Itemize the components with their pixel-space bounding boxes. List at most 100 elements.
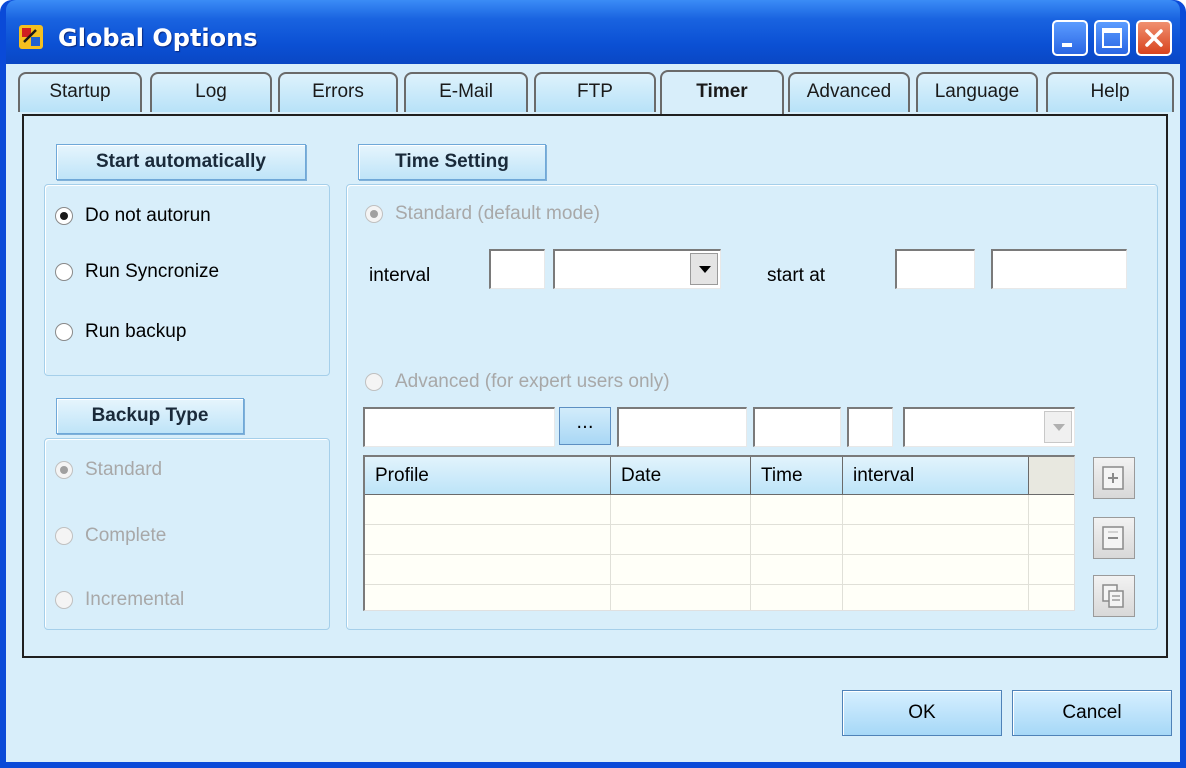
- tab-advanced[interactable]: Advanced: [788, 72, 910, 112]
- radio-standard-default-mode[interactable]: Standard (default mode): [365, 203, 600, 225]
- remove-entry-button[interactable]: [1093, 517, 1135, 559]
- grid-cell[interactable]: [751, 495, 843, 525]
- add-entry-button[interactable]: [1093, 457, 1135, 499]
- grid-cell[interactable]: [843, 585, 1029, 610]
- time-setting-group: Standard (default mode) interval start a…: [346, 184, 1158, 630]
- grid-cell[interactable]: [843, 525, 1029, 555]
- ok-button[interactable]: OK: [842, 690, 1002, 736]
- dropdown-button[interactable]: [690, 253, 718, 285]
- grid-header-filler: [1029, 457, 1074, 495]
- grid-header-date[interactable]: Date: [611, 457, 751, 495]
- grid-cell[interactable]: [751, 555, 843, 585]
- title-bar[interactable]: Global Options: [6, 0, 1180, 64]
- tab-startup[interactable]: Startup: [18, 72, 142, 112]
- copy-entry-button[interactable]: [1093, 575, 1135, 617]
- radio-selected-icon: [365, 205, 383, 223]
- remove-entry-icon: [1102, 526, 1124, 550]
- tab-errors[interactable]: Errors: [278, 72, 398, 112]
- profile-field[interactable]: [363, 407, 555, 447]
- timer-schedule-grid[interactable]: Profile Date Time interval: [363, 455, 1075, 611]
- radio-label: Standard (default mode): [395, 203, 600, 224]
- radio-advanced-expert[interactable]: Advanced (for expert users only): [365, 371, 670, 393]
- radio-label: Do not autorun: [85, 205, 211, 226]
- radio-label: Advanced (for expert users only): [395, 371, 670, 392]
- advanced-interval-field[interactable]: [847, 407, 893, 447]
- chevron-down-icon: [699, 266, 711, 273]
- backup-type-group: Standard Complete Incremental: [44, 438, 330, 630]
- tab-language[interactable]: Language: [916, 72, 1038, 112]
- dialog-client-area: Startup Log Errors E-Mail FTP Timer Adva…: [6, 64, 1180, 762]
- grid-cell[interactable]: [611, 495, 751, 525]
- radio-standard[interactable]: Standard: [55, 459, 162, 481]
- grid-header-profile[interactable]: Profile: [365, 457, 611, 495]
- grid-header-time[interactable]: Time: [751, 457, 843, 495]
- grid-cell[interactable]: [365, 555, 611, 585]
- tab-log[interactable]: Log: [150, 72, 272, 112]
- radio-do-not-autorun[interactable]: Do not autorun: [55, 205, 211, 227]
- close-icon: [1145, 29, 1163, 47]
- radio-incremental[interactable]: Incremental: [55, 589, 184, 611]
- table-row[interactable]: [365, 585, 1074, 610]
- timer-panel: Start automatically Do not autorun Run S…: [22, 114, 1168, 658]
- minimize-icon: [1062, 43, 1072, 47]
- window-title: Global Options: [58, 24, 258, 52]
- grid-cell[interactable]: [843, 555, 1029, 585]
- interval-value-field[interactable]: [489, 249, 545, 289]
- tab-email[interactable]: E-Mail: [404, 72, 528, 112]
- radio-run-backup[interactable]: Run backup: [55, 321, 186, 343]
- grid-cell[interactable]: [365, 585, 611, 610]
- radio-complete[interactable]: Complete: [55, 525, 166, 547]
- grid-header-interval[interactable]: interval: [843, 457, 1029, 495]
- close-button[interactable]: [1136, 20, 1172, 56]
- start-automatically-group: Do not autorun Run Syncronize Run backup: [44, 184, 330, 376]
- maximize-icon: [1102, 28, 1122, 48]
- grid-cell[interactable]: [611, 585, 751, 610]
- grid-cell[interactable]: [751, 525, 843, 555]
- start-at-label: start at: [767, 265, 826, 286]
- dropdown-button[interactable]: [1044, 411, 1072, 443]
- advanced-time-field[interactable]: [753, 407, 841, 447]
- radio-unselected-icon: [55, 323, 73, 341]
- copy-entry-icon: [1102, 584, 1124, 608]
- grid-cell-filler: [1029, 495, 1074, 525]
- table-row[interactable]: [365, 495, 1074, 525]
- grid-header-row: Profile Date Time interval: [365, 457, 1074, 495]
- radio-unselected-icon: [55, 591, 73, 609]
- advanced-date-field[interactable]: [617, 407, 747, 447]
- interval-label: interval: [369, 265, 431, 286]
- interval-unit-combo[interactable]: [553, 249, 721, 289]
- time-setting-heading: Time Setting: [358, 144, 546, 180]
- maximize-button[interactable]: [1094, 20, 1130, 56]
- grid-cell-filler: [1029, 555, 1074, 585]
- table-row[interactable]: [365, 525, 1074, 555]
- global-options-window: Global Options Startup Log Errors E-Mail…: [0, 0, 1186, 768]
- advanced-interval-unit-combo[interactable]: [903, 407, 1075, 447]
- minimize-button[interactable]: [1052, 20, 1088, 56]
- tab-strip: Startup Log Errors E-Mail FTP Timer Adva…: [6, 64, 1180, 118]
- start-automatically-heading: Start automatically: [56, 144, 306, 180]
- radio-label: Run backup: [85, 321, 187, 342]
- table-row[interactable]: [365, 555, 1074, 585]
- app-icon: [19, 25, 43, 49]
- grid-cell[interactable]: [365, 495, 611, 525]
- cancel-button[interactable]: Cancel: [1012, 690, 1172, 736]
- start-date-field[interactable]: [895, 249, 975, 289]
- grid-cell[interactable]: [365, 525, 611, 555]
- radio-label: Incremental: [85, 589, 185, 610]
- radio-unselected-icon: [55, 527, 73, 545]
- radio-unselected-icon: [365, 373, 383, 391]
- tab-help[interactable]: Help: [1046, 72, 1174, 112]
- tab-ftp[interactable]: FTP: [534, 72, 656, 112]
- grid-cell[interactable]: [611, 525, 751, 555]
- browse-button[interactable]: ...: [559, 407, 611, 445]
- radio-run-syncronize[interactable]: Run Syncronize: [55, 261, 219, 283]
- grid-cell[interactable]: [843, 495, 1029, 525]
- grid-cell[interactable]: [751, 585, 843, 610]
- grid-cell[interactable]: [611, 555, 751, 585]
- radio-unselected-icon: [55, 263, 73, 281]
- grid-cell-filler: [1029, 525, 1074, 555]
- add-entry-icon: [1102, 466, 1124, 490]
- start-time-field[interactable]: [991, 249, 1127, 289]
- tab-timer[interactable]: Timer: [660, 70, 784, 114]
- radio-selected-icon: [55, 461, 73, 479]
